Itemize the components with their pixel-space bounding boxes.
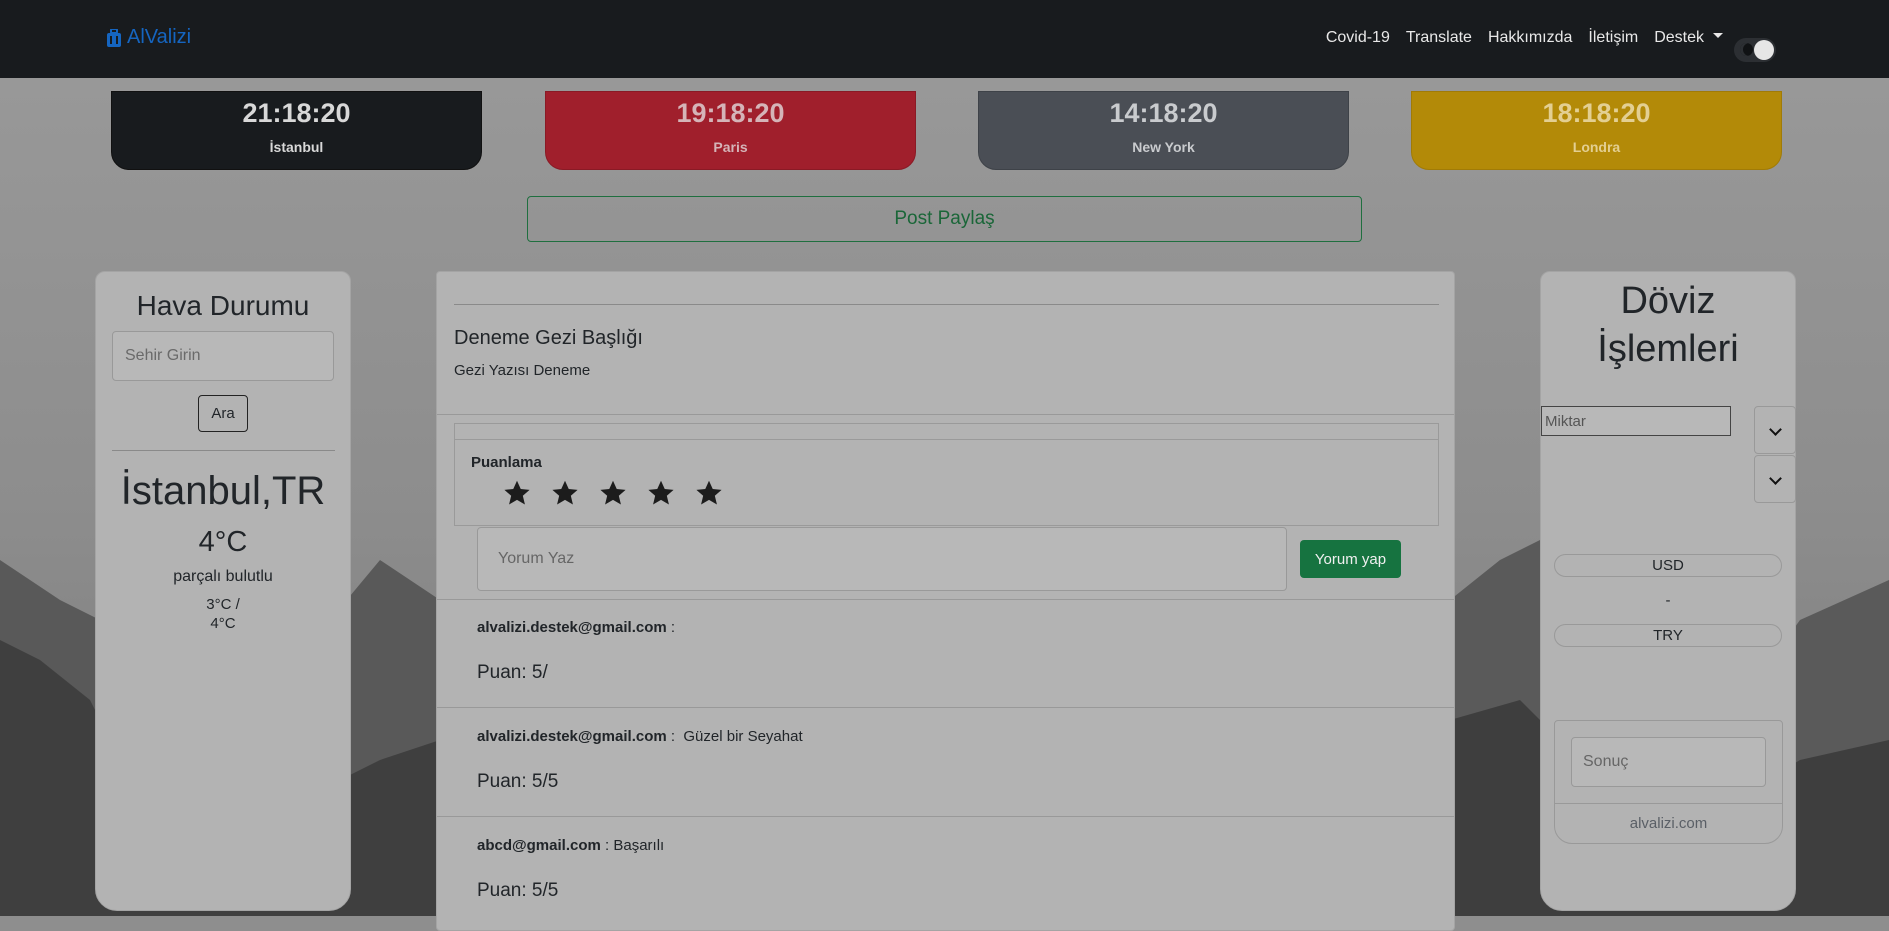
- comment-input[interactable]: Yorum Yaz: [477, 527, 1287, 591]
- divider: [437, 599, 1454, 600]
- divider: [454, 304, 1439, 305]
- weather-title: Hava Durumu: [136, 290, 310, 321]
- amount-input[interactable]: Miktar: [1541, 406, 1731, 436]
- currency-title-line2: İşlemleri: [1597, 328, 1739, 370]
- comment-separator: :: [600, 837, 614, 854]
- rating-label: Puanlama: [471, 454, 542, 471]
- comment-separator: :: [666, 619, 676, 636]
- currency-title-line1: Döviz: [1620, 280, 1716, 322]
- clock-time: 14:18:20: [1109, 98, 1218, 128]
- to-currency-badge: TRY: [1554, 624, 1782, 647]
- footer-site-link[interactable]: alvalizi.com: [1555, 815, 1782, 832]
- star-icon[interactable]: [503, 479, 531, 507]
- divider: [112, 450, 335, 451]
- weather-card: Hava Durumu Sehir Girin Ara İstanbul,TR …: [95, 271, 351, 911]
- currency-dash: -: [1665, 592, 1671, 609]
- clock-paris: 19:18:20 Paris: [545, 91, 916, 170]
- nav-covid[interactable]: Covid-19: [1326, 29, 1390, 47]
- comment-item: alvalizi.destek@gmail.com :: [477, 619, 675, 636]
- divider: [437, 816, 1454, 817]
- toggle-knob: [1754, 40, 1774, 60]
- post-share-button[interactable]: Post Paylaş: [527, 196, 1362, 242]
- clock-istanbul: 21:18:20 İstanbul: [111, 91, 482, 170]
- divider: [437, 414, 1454, 415]
- nav-translate[interactable]: Translate: [1406, 29, 1472, 47]
- clock-time: 21:18:20: [242, 98, 351, 128]
- weather-description: parçalı bulutlu: [173, 568, 273, 585]
- brand-link[interactable]: AlValizi: [107, 26, 191, 49]
- clock-city: Paris: [713, 139, 748, 155]
- post-body: Gezi Yazısı Deneme: [454, 362, 591, 379]
- weather-temperature: 4°C: [198, 526, 248, 558]
- comment-score: Puan: 5/: [477, 662, 548, 683]
- comment-item: alvalizi.destek@gmail.com : Güzel bir Se…: [477, 728, 803, 745]
- nav-about[interactable]: Hakkımızda: [1488, 29, 1572, 47]
- star-rating: [503, 479, 723, 507]
- clock-new-york: 14:18:20 New York: [978, 91, 1349, 170]
- nav-support-dropdown[interactable]: Destek: [1654, 29, 1723, 47]
- divider: [1555, 803, 1782, 804]
- comment-score: Puan: 5/5: [477, 880, 559, 901]
- comment-text: Güzel bir Seyahat: [683, 728, 803, 745]
- caret-down-icon: [1713, 33, 1723, 39]
- divider: [437, 707, 1454, 708]
- star-icon[interactable]: [695, 479, 723, 507]
- chevron-down-icon: [1769, 423, 1782, 436]
- clock-time: 18:18:20: [1542, 98, 1651, 128]
- nav-support-label: Destek: [1654, 29, 1704, 46]
- from-currency-select[interactable]: [1754, 406, 1796, 454]
- divider: [455, 439, 1438, 440]
- navbar: AlValizi Covid-19 Translate Hakkımızda İ…: [0, 0, 1889, 78]
- currency-title: Döviz İşlemleri: [1541, 277, 1795, 373]
- weather-search-button[interactable]: Ara: [198, 395, 248, 432]
- comment-user: alvalizi.destek@gmail.com: [477, 619, 667, 636]
- clock-time: 19:18:20: [676, 98, 785, 128]
- clock-city: Londra: [1572, 139, 1621, 155]
- chevron-down-icon: [1769, 472, 1782, 485]
- comment-submit-button[interactable]: Yorum yap: [1300, 540, 1401, 578]
- rating-box: Puanlama: [454, 423, 1439, 526]
- result-box: Sonuç alvalizi.com: [1554, 720, 1783, 844]
- comment-score: Puan: 5/5: [477, 771, 559, 792]
- comment-text: Başarılı: [613, 837, 665, 854]
- to-currency-select[interactable]: [1754, 455, 1796, 503]
- star-icon[interactable]: [647, 479, 675, 507]
- weather-city: İstanbul,TR: [120, 469, 326, 513]
- post-card: Deneme Gezi Başlığı Gezi Yazısı Deneme P…: [436, 271, 1455, 931]
- post-title: Deneme Gezi Başlığı: [454, 327, 643, 349]
- dark-mode-toggle[interactable]: [1734, 38, 1776, 62]
- moon-icon: [1740, 43, 1753, 56]
- weather-min: 3°C /: [206, 596, 240, 613]
- nav-links: Covid-19 Translate Hakkımızda İletişim D…: [1326, 29, 1723, 47]
- from-currency-badge: USD: [1554, 554, 1782, 577]
- result-input[interactable]: Sonuç: [1571, 737, 1766, 787]
- currency-card: Döviz İşlemleri Miktar USD - TRY Sonuç a…: [1540, 271, 1796, 911]
- comment-user: alvalizi.destek@gmail.com: [477, 728, 667, 745]
- nav-contact[interactable]: İletişim: [1588, 29, 1638, 47]
- brand-name: AlValizi: [127, 26, 192, 48]
- star-icon[interactable]: [599, 479, 627, 507]
- city-search-input[interactable]: Sehir Girin: [112, 331, 334, 381]
- clock-city: New York: [1132, 139, 1195, 155]
- weather-range: 3°C / 4°C: [96, 595, 350, 633]
- clock-city: İstanbul: [269, 139, 324, 155]
- comment-item: abcd@gmail.com : Başarılı: [477, 837, 664, 854]
- comment-user: abcd@gmail.com: [477, 837, 601, 854]
- suitcase-icon: [107, 28, 121, 47]
- star-icon[interactable]: [551, 479, 579, 507]
- clock-london: 18:18:20 Londra: [1411, 91, 1782, 170]
- comment-separator: :: [666, 728, 684, 745]
- weather-max: 4°C: [210, 615, 236, 632]
